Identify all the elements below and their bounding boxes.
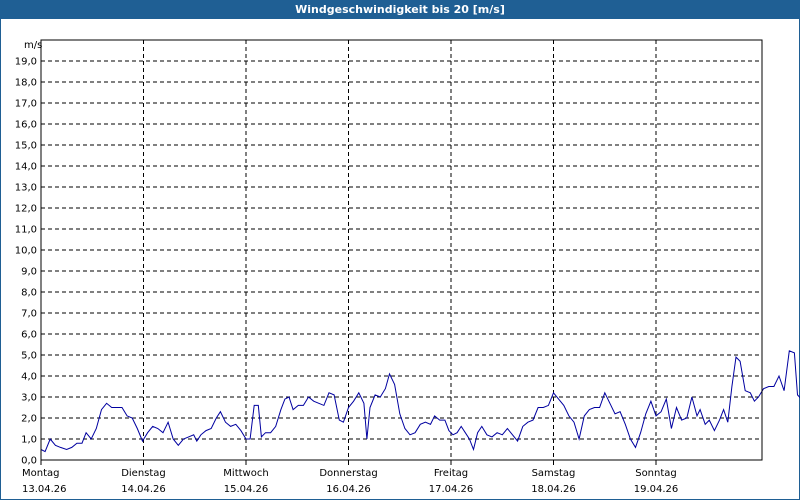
y-tick-label: 1,0: [21, 435, 37, 446]
y-tick-label: 13,0: [15, 183, 37, 194]
y-tick-label: 11,0: [15, 225, 37, 236]
y-tick-label: 15,0: [15, 141, 37, 152]
y-tick-label: 3,0: [21, 393, 37, 404]
y-tick-label: 0,0: [21, 456, 37, 467]
x-tick-day-label: Sonntag: [635, 468, 677, 479]
x-tick-date-label: 14.04.26: [121, 484, 166, 495]
x-tick-day-label: Donnerstag: [319, 468, 377, 479]
y-tick-label: 2,0: [21, 414, 37, 425]
x-tick-day-label: Montag: [22, 468, 59, 479]
y-axis-ticks: 0,0 1,0 2,0 3,0 4,0 5,0 6,0 7,0 8,0 9,0 10,0 11,0 12…: [15, 57, 37, 467]
y-tick-label: 14,0: [15, 162, 37, 173]
y-tick-label: 7,0: [21, 309, 37, 320]
y-tick-label: 12,0: [15, 204, 37, 215]
x-tick-date-label: 15.04.26: [224, 484, 269, 495]
x-tick-day-label: Freitag: [434, 468, 468, 479]
x-tick-day-label: Mittwoch: [223, 468, 268, 479]
x-tick-date-label: 18.04.26: [531, 484, 576, 495]
x-tick-date-label: 16.04.26: [326, 484, 371, 495]
y-tick-label: 6,0: [21, 330, 37, 341]
y-tick-label: 10,0: [15, 246, 37, 257]
y-tick-label: 8,0: [21, 288, 37, 299]
y-tick-label: 16,0: [15, 120, 37, 131]
x-tick-date-label: 19.04.26: [634, 484, 679, 495]
y-tick-label: 9,0: [21, 267, 37, 278]
x-tick-day-label: Dienstag: [121, 468, 166, 479]
series-layer: [40, 350, 800, 453]
grid-lines: [41, 40, 762, 460]
wind-speed-chart: m/s 0,0 1,0 2,0 3,0 4,0 5,0 6,0 7,0 8,0 9,0 10,0 11…: [15, 39, 800, 495]
x-tick-day-label: Samstag: [532, 468, 576, 479]
y-axis-label: m/s: [24, 40, 42, 51]
y-tick-label: 17,0: [15, 99, 37, 110]
wind-speed-line: [40, 350, 800, 453]
y-tick-label: 5,0: [21, 351, 37, 362]
y-tick-label: 19,0: [15, 57, 37, 68]
y-tick-label: 18,0: [15, 78, 37, 89]
x-tick-date-label: 13.04.26: [22, 484, 67, 495]
y-tick-label: 4,0: [21, 372, 37, 383]
x-axis-ticks: Montag 13.04.26 Dienstag 14.04.26 Mittwoch 15…: [22, 460, 678, 495]
x-tick-date-label: 17.04.26: [429, 484, 474, 495]
